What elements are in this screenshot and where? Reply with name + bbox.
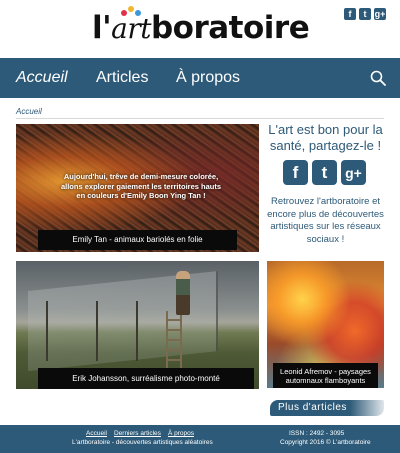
article-caption[interactable]: Erik Johansson, surréalisme photo-monté (38, 368, 254, 389)
sidebar-title: L'art est bon pour la santé, partagez-le… (268, 122, 383, 153)
footer-copyright: Copyright 2016 © L'artboratoire (280, 439, 371, 446)
logo-prefix: l' (92, 10, 112, 46)
footer-tagline: L'artboratoire - découvertes artistiques… (72, 439, 213, 446)
google-plus-icon[interactable]: g+ (374, 8, 386, 20)
logo-art: art (111, 6, 151, 45)
main-nav: Accueil Articles À propos (0, 58, 400, 98)
twitter-icon[interactable]: t (312, 160, 337, 185)
footer-link-home[interactable]: Accueil (86, 430, 107, 438)
twitter-icon[interactable]: t (359, 8, 371, 20)
facebook-icon[interactable]: f (283, 160, 308, 185)
footer-link-about[interactable]: À propos (168, 430, 194, 438)
article-caption[interactable]: Leonid Afremov - paysages automnaux flam… (273, 363, 378, 388)
footer-issn: ISSN : 2492 - 3095 (289, 430, 345, 437)
article-card-emily-tan[interactable]: Aujourd'hui, trêve de demi-mesure coloré… (16, 124, 259, 252)
article-card-leonid-afremov[interactable]: Leonid Afremov - paysages automnaux flam… (267, 261, 384, 388)
more-articles-button[interactable]: Plus d'articles (270, 400, 384, 416)
site-logo[interactable]: l' artboratoire (92, 6, 310, 47)
footer-link-latest-articles[interactable]: Derniers articles (114, 430, 161, 438)
google-plus-icon[interactable]: g+ (341, 160, 366, 185)
nav-item-about[interactable]: À propos (176, 68, 240, 88)
footer-links: Accueil Derniers articles À propos (86, 430, 194, 438)
site-footer: Accueil Derniers articles À propos L'art… (0, 425, 400, 453)
site-header: l' artboratoire f t g+ (0, 0, 400, 58)
nav-item-articles[interactable]: Articles (96, 68, 148, 88)
sidebar-text: Retrouvez l'artboratoire et encore plus … (267, 196, 384, 245)
nav-item-home[interactable]: Accueil (16, 68, 68, 88)
breadcrumb[interactable]: Accueil (16, 107, 42, 116)
logo-suffix: boratoire (150, 10, 310, 46)
article-caption[interactable]: Emily Tan - animaux bariolés en folie (38, 230, 237, 250)
breadcrumb-divider (16, 118, 384, 119)
facebook-icon[interactable]: f (344, 8, 356, 20)
header-social-links: f t g+ (344, 8, 386, 20)
search-icon[interactable] (370, 70, 386, 86)
sidebar-social-links: f t g+ (283, 160, 366, 185)
more-articles-label: Plus d'articles (278, 402, 347, 413)
article-card-erik-johansson[interactable]: Erik Johansson, surréalisme photo-monté (16, 261, 259, 389)
article-overlay-text: Aujourd'hui, trêve de demi-mesure coloré… (60, 172, 222, 200)
